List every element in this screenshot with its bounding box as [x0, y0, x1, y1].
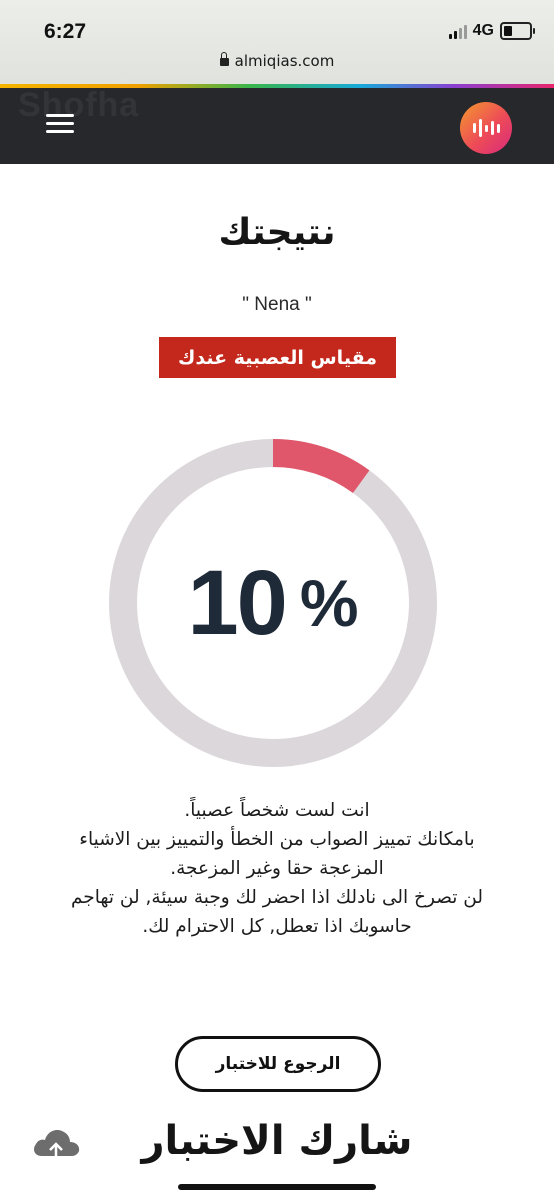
- status-indicators: 4G: [448, 22, 535, 40]
- share-quiz-title: شارك الاختبار: [141, 1118, 413, 1164]
- result-category-badge: مقياس العصبية عندك: [159, 337, 396, 378]
- gauge-value: 10%: [102, 432, 444, 774]
- sound-wave-logo-icon[interactable]: [460, 102, 512, 154]
- battery-icon: [500, 22, 535, 40]
- user-name: " Nena ": [242, 294, 312, 315]
- hamburger-menu-icon[interactable]: [46, 114, 74, 134]
- url-bar[interactable]: almiqias.com: [0, 52, 554, 70]
- description-line: انت لست شخصاً عصبياً.: [184, 800, 370, 821]
- home-indicator: [178, 1184, 376, 1190]
- signal-icon: [448, 23, 467, 39]
- status-time: 6:27: [44, 20, 87, 43]
- site-header: Shofha: [0, 84, 554, 164]
- description-line: بامكانك تمييز الصواب من الخطأ والتمييز ب…: [79, 829, 475, 879]
- network-type: 4G: [472, 22, 494, 39]
- gauge-number: 10: [187, 551, 287, 654]
- description-line: لن تصرخ الى نادلك اذا احضر لك وجبة سيئة,…: [70, 887, 483, 937]
- cloud-upload-icon[interactable]: [30, 1122, 82, 1166]
- back-to-quiz-button[interactable]: الرجوع للاختبار: [175, 1036, 381, 1092]
- page-title: نتيجتك: [218, 212, 336, 253]
- status-bar: 6:27 4G almiqias.com: [0, 0, 554, 84]
- lock-icon: [219, 52, 229, 66]
- result-description: انت لست شخصاً عصبياً. بامكانك تمييز الصو…: [60, 796, 494, 941]
- gauge-unit: %: [299, 566, 359, 640]
- header-watermark: Shofha: [18, 86, 140, 124]
- url-text: almiqias.com: [234, 52, 335, 70]
